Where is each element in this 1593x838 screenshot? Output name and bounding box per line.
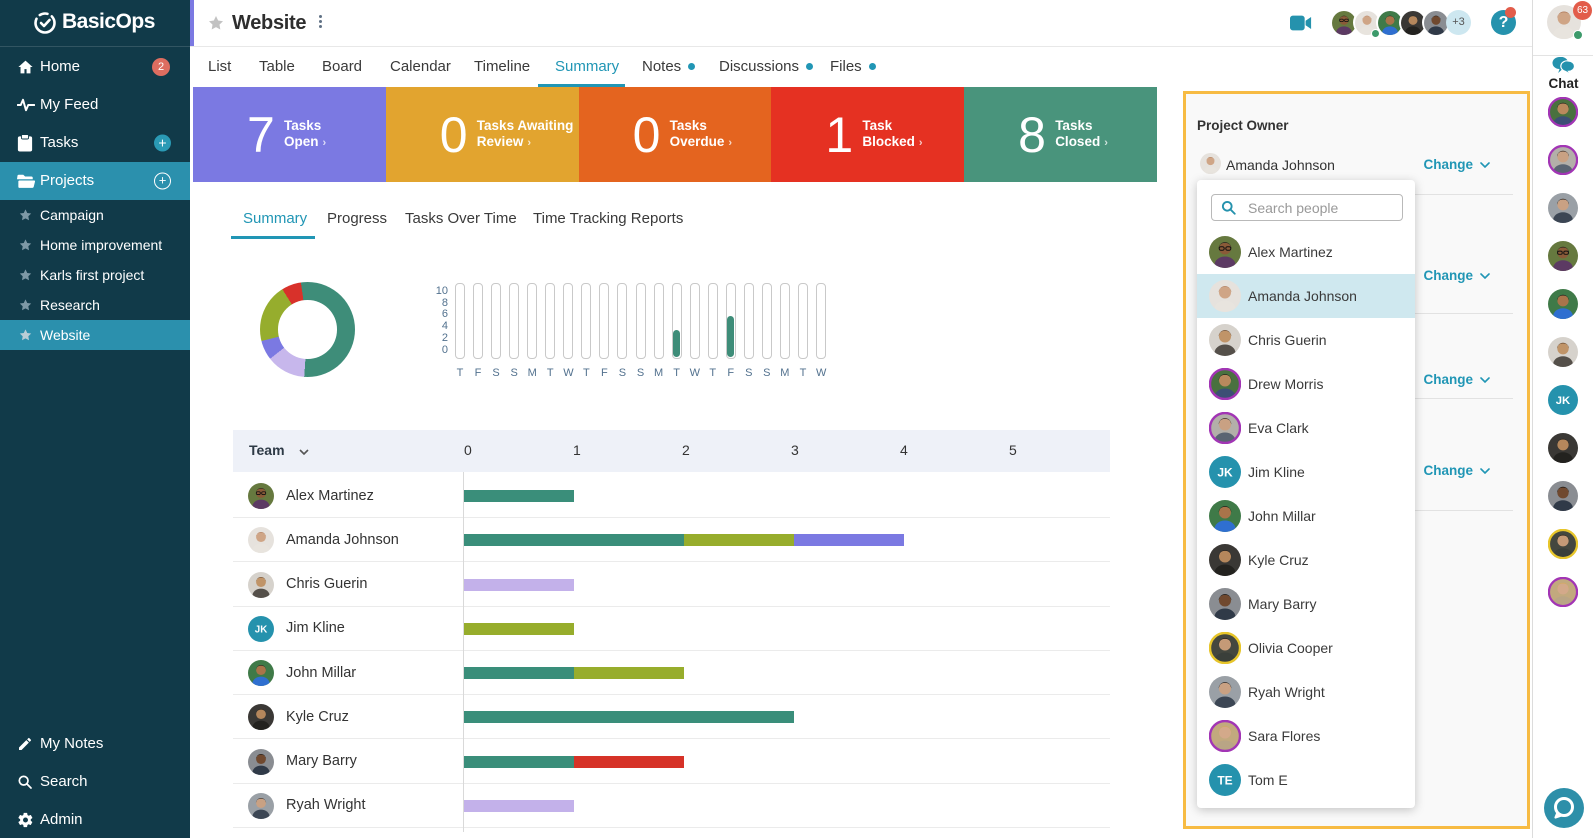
svg-text:JK: JK — [1217, 465, 1233, 479]
svg-text:JK: JK — [1556, 395, 1571, 407]
svg-text:JK: JK — [255, 624, 267, 635]
svg-text:TE: TE — [1217, 773, 1232, 787]
